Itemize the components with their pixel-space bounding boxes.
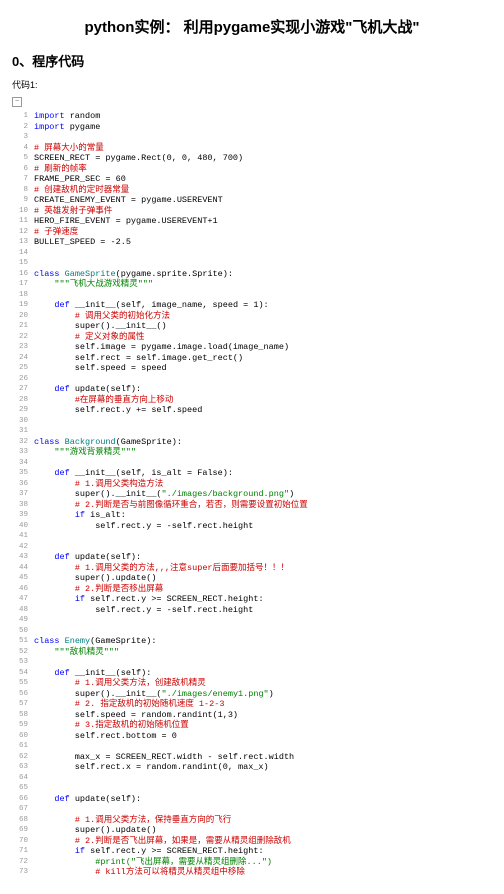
code-line: 20 # 调用父类的初始化方法	[12, 311, 492, 322]
code-line: 28 #在屏幕的垂直方向上移动	[12, 395, 492, 406]
code-line: 56 super().__init__("./images/enemy1.png…	[12, 689, 492, 700]
code-line: 43 def update(self):	[12, 552, 492, 563]
code-line: 12# 子弹速度	[12, 227, 492, 238]
code-line: 57 # 2. 指定敌机的初始随机速度 1-2-3	[12, 699, 492, 710]
code-label: 代码1:	[12, 78, 492, 91]
code-line: 61	[12, 741, 492, 752]
code-line: 3	[12, 132, 492, 143]
code-line: 64	[12, 773, 492, 784]
code-line: 41	[12, 531, 492, 542]
code-line: 44 # 1.调用父类的方法,,,注意super后面要加括号！！！	[12, 563, 492, 574]
code-line: 45 super().update()	[12, 573, 492, 584]
code-line: 30	[12, 416, 492, 427]
code-line: 38 # 2.判断是否与前图像循环重合，若否，则需要设置初始位置	[12, 500, 492, 511]
code-line: 73 # kill方法可以将精灵从精灵组中移除	[12, 867, 492, 878]
code-line: 70 # 2.判断是否飞出屏幕，如果是，需要从精灵组删除敌机	[12, 836, 492, 847]
code-line: 17 """飞机大战游戏精灵"""	[12, 279, 492, 290]
code-line: 59 # 3.指定敌机的初始随机位置	[12, 720, 492, 731]
code-line: 26	[12, 374, 492, 385]
code-line: 14	[12, 248, 492, 259]
code-line: 67	[12, 804, 492, 815]
code-line: 69 super().update()	[12, 825, 492, 836]
code-line: 19 def __init__(self, image_name, speed …	[12, 300, 492, 311]
code-line: 13BULLET_SPEED = -2.5	[12, 237, 492, 248]
code-line: 24 self.rect = self.image.get_rect()	[12, 353, 492, 364]
page-title: python实例： 利用pygame实现小游戏"飞机大战"	[12, 16, 492, 37]
code-line: 48 self.rect.y = -self.rect.height	[12, 605, 492, 616]
code-line: 42	[12, 542, 492, 553]
code-line: 23 self.image = pygame.image.load(image_…	[12, 342, 492, 353]
code-line: 32class Background(GameSprite):	[12, 437, 492, 448]
code-line: 15	[12, 258, 492, 269]
code-line: 8# 创建敌机的定时器常量	[12, 185, 492, 196]
code-line: 25 self.speed = speed	[12, 363, 492, 374]
code-block: 1import random2import pygame3 4# 屏幕大小的常量…	[12, 111, 492, 878]
code-line: 58 self.speed = random.randint(1,3)	[12, 710, 492, 721]
code-line: 11HERO_FIRE_EVENT = pygame.USEREVENT+1	[12, 216, 492, 227]
code-line: 22 # 定义对象的属性	[12, 332, 492, 343]
code-line: 35 def __init__(self, is_alt = False):	[12, 468, 492, 479]
code-line: 60 self.rect.bottom = 0	[12, 731, 492, 742]
code-line: 55 # 1.调用父类方法，创建敌机精灵	[12, 678, 492, 689]
code-line: 18	[12, 290, 492, 301]
code-line: 9CREATE_ENEMY_EVENT = pygame.USEREVENT	[12, 195, 492, 206]
code-line: 5SCREEN_RECT = pygame.Rect(0, 0, 480, 70…	[12, 153, 492, 164]
code-line: 50	[12, 626, 492, 637]
code-line: 10# 英雄发射子弹事件	[12, 206, 492, 217]
code-line: 47 if self.rect.y >= SCREEN_RECT.height:	[12, 594, 492, 605]
section-heading: 0、程序代码	[12, 51, 492, 70]
code-line: 68 # 1.调用父类方法，保持垂直方向的飞行	[12, 815, 492, 826]
code-line: 27 def update(self):	[12, 384, 492, 395]
code-line: 1import random	[12, 111, 492, 122]
code-line: 51class Enemy(GameSprite):	[12, 636, 492, 647]
code-line: 31	[12, 426, 492, 437]
code-line: 21 super().__init__()	[12, 321, 492, 332]
code-line: 4# 屏幕大小的常量	[12, 143, 492, 154]
code-line: 34	[12, 458, 492, 469]
code-line: 72 #print("飞出屏幕，需要从精灵组删除...")	[12, 857, 492, 868]
code-line: 62 max_x = SCREEN_RECT.width - self.rect…	[12, 752, 492, 763]
code-line: 40 self.rect.y = -self.rect.height	[12, 521, 492, 532]
code-line: 54 def __init__(self):	[12, 668, 492, 679]
collapse-toggle[interactable]: −	[12, 97, 22, 107]
code-line: 33 """游戏背景精灵"""	[12, 447, 492, 458]
code-line: 16class GameSprite(pygame.sprite.Sprite)…	[12, 269, 492, 280]
code-line: 52 """敌机精灵"""	[12, 647, 492, 658]
code-line: 29 self.rect.y += self.speed	[12, 405, 492, 416]
code-line: 66 def update(self):	[12, 794, 492, 805]
code-line: 53	[12, 657, 492, 668]
code-line: 36 # 1.调用父类构造方法	[12, 479, 492, 490]
code-line: 6# 刷新的帧率	[12, 164, 492, 175]
code-line: 37 super().__init__("./images/background…	[12, 489, 492, 500]
code-line: 49	[12, 615, 492, 626]
code-line: 46 # 2.判断是否移出屏幕	[12, 584, 492, 595]
code-line: 2import pygame	[12, 122, 492, 133]
code-line: 65	[12, 783, 492, 794]
code-line: 39 if is_alt:	[12, 510, 492, 521]
code-line: 63 self.rect.x = random.randint(0, max_x…	[12, 762, 492, 773]
code-line: 7FRAME_PER_SEC = 60	[12, 174, 492, 185]
code-line: 71 if self.rect.y >= SCREEN_RECT.height:	[12, 846, 492, 857]
